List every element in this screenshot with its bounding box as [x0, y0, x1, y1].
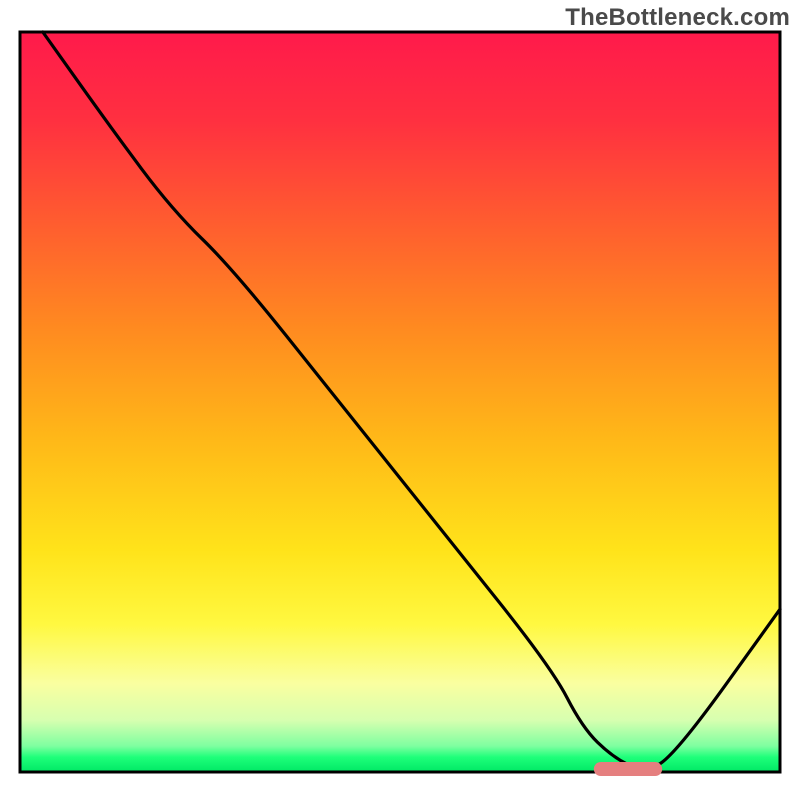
chart-svg — [0, 0, 800, 800]
plot-background-gradient — [20, 32, 780, 772]
optimal-zone-marker — [594, 762, 662, 776]
watermark-text: TheBottleneck.com — [565, 4, 790, 32]
chart-frame: TheBottleneck.com — [0, 0, 800, 800]
